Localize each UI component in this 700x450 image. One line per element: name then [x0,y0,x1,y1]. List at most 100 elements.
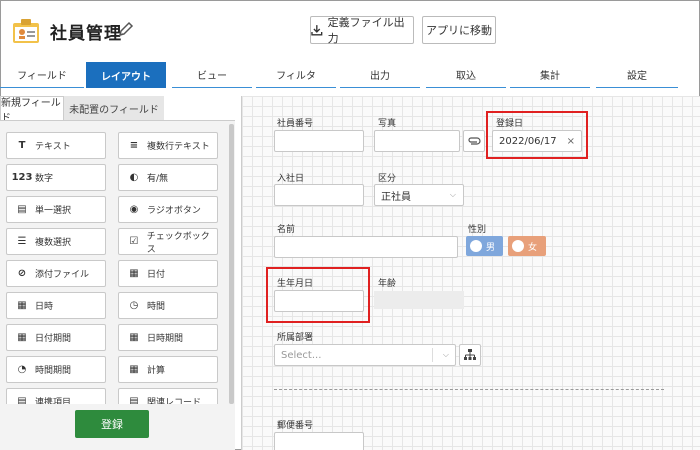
field-type-label: 連携項目 [35,398,72,404]
highlight-reg-date [486,111,588,159]
text-icon: T [18,140,26,151]
join-date-label: 入社日 [277,174,305,184]
tab-aggregate[interactable]: 集計 [510,62,590,88]
field-type-button[interactable]: ▤ 単一選択 [6,196,106,223]
field-type-label: 関連レコード [147,398,202,404]
employee-no-label: 社員番号 [277,119,314,129]
category-label: 区分 [378,174,397,184]
age-value [374,291,464,309]
field-type-button[interactable]: ◉ ラジオボタン [118,196,218,223]
age-label: 年齢 [378,279,397,289]
field-type-label: 有/無 [147,174,169,184]
multiline-icon: ≡ [129,140,139,151]
tab-import[interactable]: 取込 [426,62,506,88]
select-divider [432,348,433,362]
gender-male-option[interactable]: 男 [466,236,503,256]
export-definition-button[interactable]: 定義ファイル出力 [310,16,414,45]
radio-icon [512,240,524,252]
photo-input[interactable] [374,130,460,152]
checkbox-icon: ☑ [129,236,139,247]
export-label: 定義ファイル出力 [327,16,405,45]
link-field-icon: ▤ [17,396,27,404]
field-type-label: 日時 [35,302,54,312]
field-type-button[interactable]: ≡ 複数行テキスト [118,132,218,159]
calendar-icon: ▦ [129,268,139,279]
zip-input[interactable] [274,432,364,450]
zip-label: 郵便番号 [277,421,314,431]
single-select-icon: ▤ [17,204,27,215]
section-divider [274,389,664,390]
clock-icon: ◷ [129,300,139,311]
field-type-label: 複数行テキスト [147,142,210,152]
field-type-button[interactable]: ▦ 計算 [118,356,218,383]
gender-female-label: 女 [528,242,538,253]
employee-no-input[interactable] [274,130,364,152]
field-type-label: 日付 [147,270,166,280]
tab-filter[interactable]: フィルタ [256,62,336,88]
number-icon: 123 [11,172,33,183]
field-type-button[interactable]: ▦ 日時 [6,292,106,319]
toggle-icon: ◐ [129,172,139,183]
move-label: アプリに移動 [426,24,492,37]
field-type-button[interactable]: ☰ 複数選択 [6,228,106,255]
name-input[interactable] [274,236,458,258]
field-type-button[interactable]: ▦ 日時期間 [118,324,218,351]
field-type-label: 日時期間 [147,334,184,344]
field-type-button[interactable]: ◔ 時間期間 [6,356,106,383]
chevron-down-icon: ⌵ [449,190,456,199]
tab-settings[interactable]: 設定 [596,62,678,88]
dept-placeholder: Select... [281,349,322,361]
dept-select[interactable]: Select... ⌵ [274,344,456,366]
move-to-app-button[interactable]: アプリに移動 [422,16,496,44]
name-label: 名前 [277,225,296,235]
field-type-label: テキスト [35,142,71,152]
category-value: 正社員 [381,191,411,203]
highlight-birthday [266,267,370,323]
field-type-label: 時間 [147,302,166,312]
related-record-icon: ▤ [129,396,139,404]
field-type-label: 複数選択 [35,238,72,248]
field-type-button[interactable]: ▤ 連携項目 [6,388,106,404]
gender-male-label: 男 [486,242,496,253]
org-tree-button[interactable] [459,344,481,366]
palette-scrollbar[interactable] [229,124,234,404]
field-type-label: 数字 [35,174,54,184]
field-type-button[interactable]: ☑ チェックボックス [118,228,218,255]
radio-icon [470,240,482,252]
paperclip-icon [468,137,481,145]
chevron-down-icon: ⌵ [442,350,449,359]
field-type-label: 時間期間 [35,366,72,376]
download-icon [311,25,323,36]
field-type-button[interactable]: ▦ 日付期間 [6,324,106,351]
field-type-button[interactable]: ◐ 有/無 [118,164,218,191]
register-button[interactable]: 登録 [75,410,149,438]
field-type-label: 添付ファイル [35,270,90,280]
gender-label: 性別 [468,225,487,235]
field-type-label: 計算 [147,366,166,376]
field-type-label: 単一選択 [35,206,72,216]
field-type-button[interactable]: ⊘ 添付ファイル [6,260,106,287]
gender-female-option[interactable]: 女 [508,236,546,256]
field-type-label: ラジオボタン [147,206,201,216]
org-chart-icon [464,349,476,360]
attachment-icon: ⊘ [17,268,27,279]
join-date-input[interactable] [274,184,364,206]
field-type-button[interactable]: 123 数字 [6,164,106,191]
multi-select-icon: ☰ [17,236,27,247]
field-type-button[interactable]: T テキスト [6,132,106,159]
field-type-button[interactable]: ▦ 日付 [118,260,218,287]
datetime-range-icon: ▦ [129,332,139,343]
radio-icon: ◉ [129,204,139,215]
attach-button[interactable] [463,130,485,152]
tab-output[interactable]: 出力 [340,62,420,88]
field-palette-items: T テキスト ≡ 複数行テキスト 123 数字 ◐ 有/無 ▤ 単一選択 ◉ ラジオボタン ☰ 複数選択 ☑… [0,0,235,404]
datetime-icon: ▦ [17,300,27,311]
calculator-icon: ▦ [129,364,139,375]
category-select[interactable]: 正社員 ⌵ [374,184,464,206]
field-type-label: 日付期間 [35,334,72,344]
field-type-button[interactable]: ◷ 時間 [118,292,218,319]
date-range-icon: ▦ [17,332,27,343]
time-range-icon: ◔ [17,364,27,375]
dept-label: 所属部署 [277,333,314,343]
field-type-button[interactable]: ▤ 関連レコード [118,388,218,404]
